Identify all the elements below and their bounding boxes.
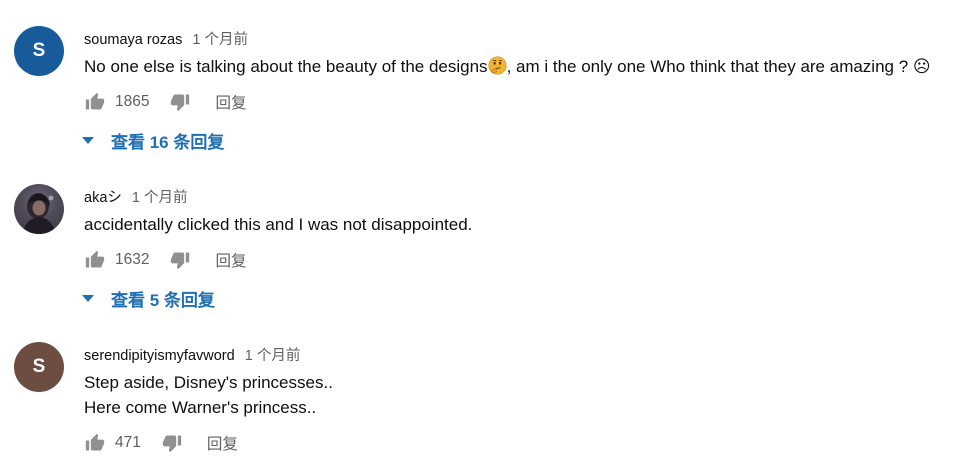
reply-button[interactable]: 回复 [207, 432, 238, 454]
comment-time[interactable]: 1 个月前 [245, 348, 301, 364]
person-silhouette-icon [22, 193, 56, 234]
comment-header: akaシ 1 个月前 [84, 186, 188, 207]
comment-actions: 1865 回复 [84, 90, 247, 114]
comment-text-line: Here come Warner's princess.. [84, 398, 317, 417]
comment-text: No one else is talking about the beauty … [84, 54, 931, 79]
thumbs-up-icon[interactable] [84, 91, 106, 113]
caret-down-icon [82, 294, 94, 303]
like-count: 471 [115, 434, 141, 451]
reply-button[interactable]: 回复 [215, 249, 246, 271]
comment-time[interactable]: 1 个月前 [132, 190, 188, 206]
avatar[interactable]: S [14, 26, 64, 76]
comment-text-part: , am i the only one Who think that they … [506, 57, 931, 76]
thumbs-down-icon[interactable] [161, 432, 183, 454]
author-name[interactable]: serendipityismyfavword [84, 348, 235, 364]
thinking-face-icon [488, 56, 507, 75]
comment-header: soumaya rozas 1 个月前 [84, 28, 248, 49]
view-replies-label: 查看 16 条回复 [111, 133, 225, 152]
author-name[interactable]: soumaya rozas [84, 32, 182, 48]
user-photo-avatar[interactable] [14, 184, 64, 234]
author-name[interactable]: akaシ [84, 190, 122, 206]
comment-actions: 1632 回复 [84, 248, 247, 272]
comment-text-part: No one else is talking about the beauty … [84, 57, 488, 76]
comment-text: accidentally clicked this and I was not … [84, 215, 473, 234]
view-replies-button[interactable]: 查看 5 条回复 [82, 286, 215, 311]
comment-time[interactable]: 1 个月前 [192, 32, 248, 48]
view-replies-button[interactable]: 查看 16 条回复 [82, 128, 224, 153]
like-count: 1865 [115, 93, 150, 110]
thumbs-up-icon[interactable] [84, 249, 106, 271]
thumbs-up-icon[interactable] [84, 432, 106, 454]
view-replies-label: 查看 5 条回复 [111, 291, 215, 310]
thumbs-down-icon[interactable] [169, 91, 191, 113]
comment-header: serendipityismyfavword 1 个月前 [84, 344, 300, 365]
comment-text-line: Step aside, Disney's princesses.. [84, 373, 333, 392]
avatar[interactable]: S [14, 342, 64, 392]
comment-actions: 471 回复 [84, 431, 238, 455]
reply-button[interactable]: 回复 [215, 91, 246, 113]
thumbs-down-icon[interactable] [169, 249, 191, 271]
like-count: 1632 [115, 251, 150, 268]
caret-down-icon [82, 136, 94, 145]
